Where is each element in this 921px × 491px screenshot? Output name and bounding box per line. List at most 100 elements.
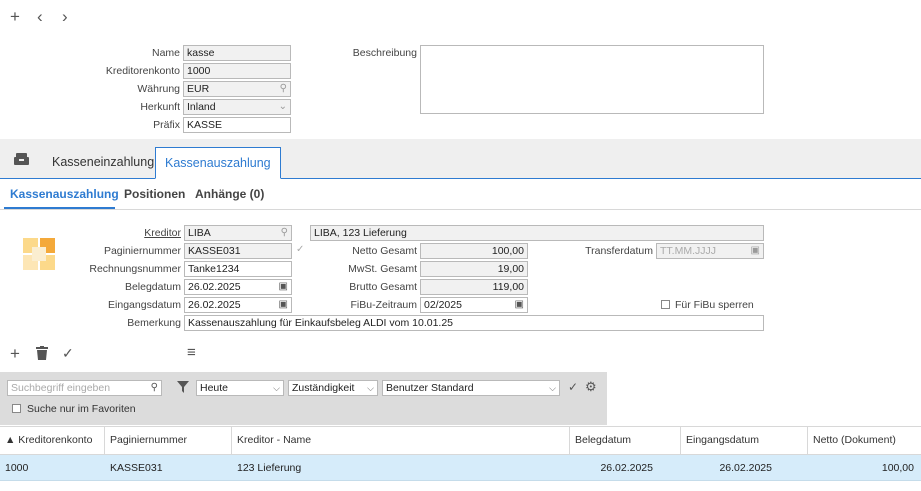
name-field[interactable]: kasse: [183, 45, 291, 61]
transferdatum-placeholder: TT.MM.JJJJ: [660, 245, 716, 257]
search-icon[interactable]: ⚲: [280, 82, 287, 96]
chevron-down-icon: ⌵: [549, 383, 556, 393]
transferdatum-field[interactable]: TT.MM.JJJJ ▣: [656, 243, 764, 259]
fibu-value: 02/2025: [424, 299, 462, 311]
netto-label: Netto Gesamt: [352, 245, 417, 257]
brutto-label: Brutto Gesamt: [349, 281, 417, 293]
waehrung-field[interactable]: EUR ⚲: [183, 81, 291, 97]
grid-header: ▲ Kreditorenkonto Paginiernummer Kredito…: [0, 426, 921, 455]
subtab-positionen[interactable]: Positionen: [124, 187, 185, 201]
search-panel: Suchbegriff eingeben ⚲ Suche nur im Favo…: [0, 372, 170, 425]
eingangsdatum-label: Eingangsdatum: [108, 299, 181, 311]
fibu-label: FiBu-Zeitraum: [350, 299, 417, 311]
responsibility-select[interactable]: Zuständigkeit ⌵: [288, 380, 378, 396]
bemerkung-field[interactable]: Kassenauszahlung für Einkaufsbeleg ALDI …: [184, 315, 764, 331]
date-filter-select[interactable]: Heute ⌵: [196, 380, 284, 396]
calendar-icon[interactable]: ▣: [751, 244, 760, 258]
add-icon[interactable]: +: [10, 344, 20, 364]
kreditor-value: LIBA: [188, 227, 211, 239]
column-header-paginiernummer[interactable]: Paginiernummer: [105, 427, 232, 454]
user-setting-select[interactable]: Benutzer Standard ⌵: [382, 380, 560, 396]
belegdatum-label: Belegdatum: [124, 281, 181, 293]
filter-icon[interactable]: [177, 381, 189, 393]
column-header-kreditor-name[interactable]: Kreditor - Name: [232, 427, 570, 454]
cell-netto: 100,00: [881, 462, 914, 474]
mwst-label: MwSt. Gesamt: [348, 263, 417, 275]
kreditorenkonto-label: Kreditorenkonto: [105, 65, 180, 77]
subtab-divider: [0, 209, 921, 210]
rechnungsnummer-field[interactable]: Tanke1234: [184, 261, 292, 277]
bemerkung-label: Bemerkung: [127, 317, 181, 329]
chevron-down-icon: ⌵: [367, 383, 374, 393]
search-placeholder: Suchbegriff eingeben: [11, 382, 111, 394]
calendar-icon[interactable]: ▣: [515, 298, 524, 312]
column-header-belegdatum[interactable]: Belegdatum: [570, 427, 681, 454]
main-tab-bar: Kasseneinzahlung Kassenauszahlung: [0, 139, 921, 179]
tab-kassenauszahlung[interactable]: Kassenauszahlung: [155, 147, 281, 179]
waehrung-label: Währung: [137, 83, 180, 95]
fibu-field[interactable]: 02/2025 ▣: [420, 297, 528, 313]
cell-eingangsdatum: 26.02.2025: [719, 462, 772, 474]
cell-paginiernummer: KASSE031: [110, 462, 163, 474]
add-icon[interactable]: +: [10, 7, 20, 27]
beschreibung-label: Beschreibung: [352, 47, 417, 59]
cell-belegdatum: 26.02.2025: [600, 462, 653, 474]
search-icon[interactable]: ⚲: [281, 226, 288, 240]
confirm-icon[interactable]: ✓: [62, 345, 74, 362]
beschreibung-textarea[interactable]: [420, 45, 764, 114]
mwst-field: 19,00: [420, 261, 528, 277]
favorites-checkbox[interactable]: [12, 404, 21, 413]
favorites-label: Suche nur im Favoriten: [27, 403, 136, 415]
column-header-netto[interactable]: Netto (Dokument): [808, 427, 921, 454]
subtab-anhaenge[interactable]: Anhänge (0): [195, 187, 264, 201]
column-header-kreditorenkonto[interactable]: ▲ Kreditorenkonto: [0, 427, 105, 454]
herkunft-select[interactable]: Inland ⌄: [183, 99, 291, 115]
cell-kreditor-name: 123 Lieferung: [237, 462, 302, 474]
paginiernummer-field[interactable]: KASSE031: [184, 243, 292, 259]
document-logo: [23, 238, 55, 270]
calendar-icon[interactable]: ▣: [279, 280, 288, 294]
user-setting-value: Benutzer Standard: [386, 382, 474, 394]
eingangsdatum-field[interactable]: 26.02.2025 ▣: [184, 297, 292, 313]
waehrung-value: EUR: [187, 83, 210, 95]
subtab-kassenauszahlung[interactable]: Kassenauszahlung: [10, 187, 119, 201]
kreditor-label[interactable]: Kreditor: [144, 226, 181, 240]
praefix-field[interactable]: KASSE: [183, 117, 291, 133]
gear-icon[interactable]: ⚙: [585, 379, 597, 395]
filter-bar: Heute ⌵ Zuständigkeit ⌵ Benutzer Standar…: [170, 372, 607, 425]
belegdatum-value: 26.02.2025: [188, 281, 241, 293]
rechnungsnummer-label: Rechnungsnummer: [89, 263, 181, 275]
responsibility-value: Zuständigkeit: [292, 382, 355, 394]
tab-kasseneinzahlung[interactable]: Kasseneinzahlung: [43, 147, 163, 179]
kreditorenkonto-field[interactable]: 1000: [183, 63, 291, 79]
table-row[interactable]: 1000 KASSE031 123 Lieferung 26.02.2025 2…: [0, 455, 921, 481]
name-label: Name: [151, 47, 180, 59]
calendar-icon[interactable]: ▣: [279, 298, 288, 312]
date-filter-value: Heute: [200, 382, 229, 394]
apply-filter-icon[interactable]: ✓: [568, 380, 578, 394]
herkunft-label: Herkunft: [140, 101, 180, 113]
fibu-sperren-label: Für FiBu sperren: [675, 299, 754, 311]
paginiernummer-label: Paginiernummer: [103, 245, 181, 257]
kreditor-field[interactable]: LIBA ⚲: [184, 225, 292, 241]
fibu-sperren-checkbox[interactable]: [661, 300, 670, 309]
search-icon[interactable]: ⚲: [151, 381, 158, 395]
chevron-down-icon: ⌄: [278, 101, 287, 112]
column-header-eingangsdatum[interactable]: Eingangsdatum: [681, 427, 808, 454]
cash-register-icon: [14, 153, 29, 165]
back-icon[interactable]: ‹: [37, 7, 43, 27]
menu-icon[interactable]: ≡: [187, 344, 196, 361]
belegdatum-field[interactable]: 26.02.2025 ▣: [184, 279, 292, 295]
praefix-label: Präfix: [153, 119, 180, 131]
kreditor-description: LIBA, 123 Lieferung: [310, 225, 764, 241]
eingangsdatum-value: 26.02.2025: [188, 299, 241, 311]
transferdatum-label: Transferdatum: [585, 245, 653, 257]
check-icon: ✓: [296, 244, 305, 255]
search-input[interactable]: Suchbegriff eingeben ⚲: [7, 380, 162, 396]
herkunft-value: Inland: [187, 101, 216, 113]
trash-icon[interactable]: [36, 346, 48, 360]
forward-icon[interactable]: ›: [62, 7, 68, 27]
cell-kreditorenkonto: 1000: [5, 462, 29, 474]
netto-field: 100,00: [420, 243, 528, 259]
chevron-down-icon: ⌵: [273, 383, 280, 393]
